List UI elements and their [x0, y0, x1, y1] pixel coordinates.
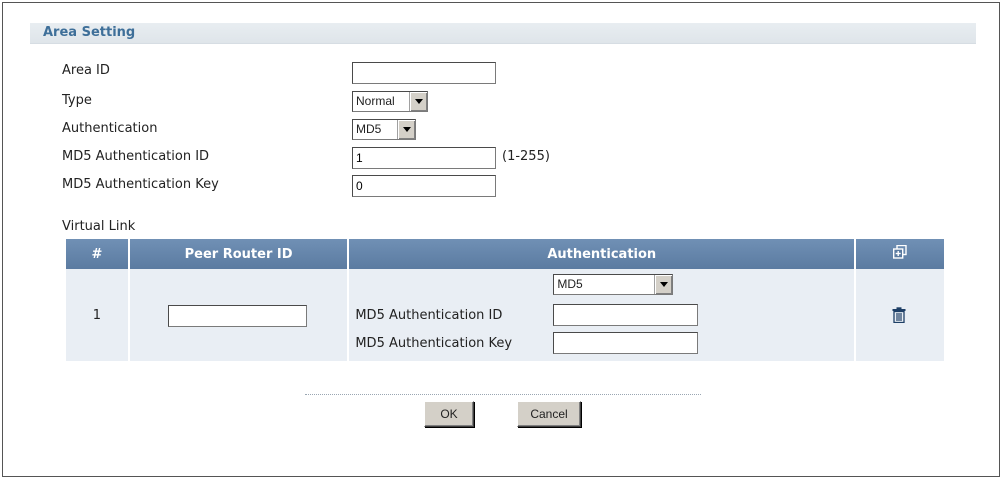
button-divider [305, 394, 701, 395]
type-select-value: Normal [356, 94, 395, 108]
row-md5-auth-key-label: MD5 Authentication Key [355, 336, 513, 351]
section-title: Area Setting [43, 25, 136, 40]
md5-auth-id-range-hint: (1-255) [502, 149, 550, 164]
row-authentication-select-value: MD5 [557, 277, 583, 291]
virtual-link-label: Virtual Link [62, 219, 136, 234]
column-header-authentication: Authentication [347, 239, 856, 269]
row-md5-auth-id-label: MD5 Authentication ID [355, 308, 503, 323]
trash-icon[interactable] [892, 307, 906, 323]
add-row-icon[interactable] [893, 245, 907, 259]
chevron-down-icon [397, 120, 415, 139]
chevron-down-icon [409, 92, 427, 111]
column-header-actions [854, 239, 944, 269]
column-header-number: # [66, 239, 129, 269]
table-row: 1 MD5 MD5 Authentication ID MD5 Authenti… [66, 269, 944, 361]
row-md5-auth-key-input[interactable] [553, 332, 699, 354]
chevron-down-icon [654, 275, 673, 294]
row-number: 1 [66, 269, 129, 361]
table-header-row: # Peer Router ID Authentication [66, 239, 944, 269]
authentication-cell: MD5 MD5 Authentication ID MD5 Authentica… [347, 269, 856, 361]
virtual-link-table: # Peer Router ID Authentication 1 MD5 MD… [66, 239, 944, 361]
type-label: Type [62, 93, 92, 108]
actions-cell [854, 269, 944, 361]
row-authentication-select[interactable]: MD5 [553, 274, 674, 295]
peer-router-id-input[interactable] [167, 305, 307, 327]
row-md5-auth-id-input[interactable] [553, 304, 699, 326]
cancel-button[interactable]: Cancel [517, 401, 581, 427]
column-header-peer-router-id: Peer Router ID [127, 239, 349, 269]
md5-auth-id-label: MD5 Authentication ID [62, 149, 210, 164]
md5-auth-key-label: MD5 Authentication Key [62, 177, 219, 192]
ok-button[interactable]: OK [424, 401, 474, 427]
peer-router-id-cell [127, 269, 349, 361]
authentication-label: Authentication [62, 121, 158, 136]
section-header: Area Setting [30, 23, 976, 44]
md5-auth-key-input[interactable] [352, 175, 496, 197]
area-id-input[interactable] [352, 62, 496, 84]
authentication-select[interactable]: MD5 [352, 119, 416, 140]
type-select[interactable]: Normal [352, 91, 428, 112]
authentication-select-value: MD5 [356, 122, 382, 136]
area-id-label: Area ID [62, 63, 110, 78]
md5-auth-id-input[interactable] [352, 147, 496, 169]
